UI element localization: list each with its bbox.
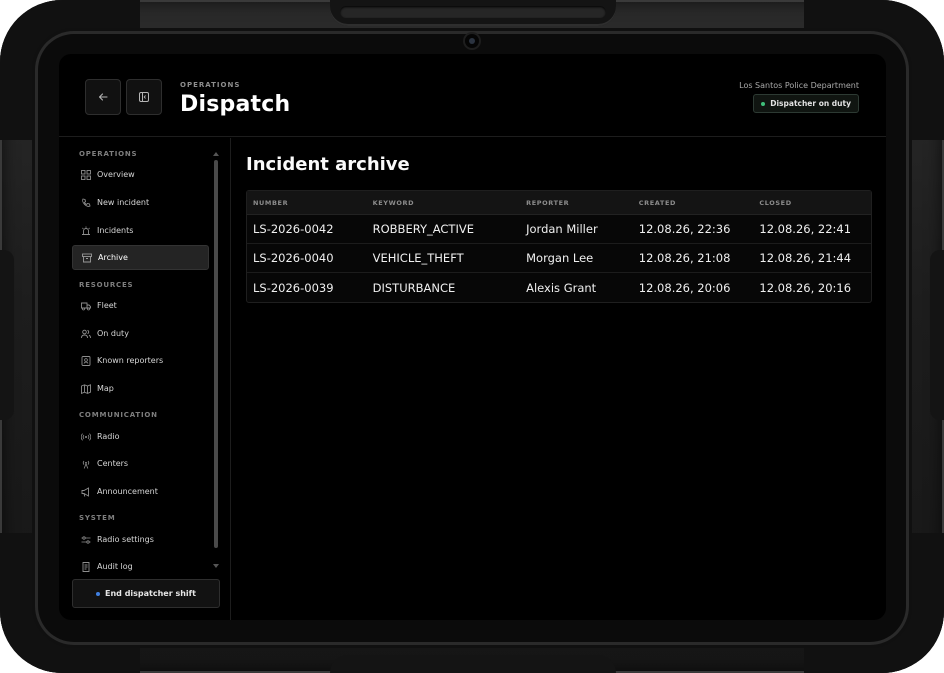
table-row[interactable]: LS-2026-0039 DISTURBANCE Alexis Grant 12…: [247, 273, 871, 302]
sidebar-scrollbar[interactable]: [213, 152, 219, 568]
app-screen: OPERATIONS Dispatch Los Santos Police De…: [59, 54, 886, 620]
status-dot-icon: [761, 101, 766, 106]
log-icon: [80, 561, 91, 572]
contact-icon: [80, 355, 91, 366]
department-name: Los Santos Police Department: [739, 81, 859, 90]
cell-reporter: Jordan Miller: [526, 222, 598, 236]
cell-keyword: DISTURBANCE: [372, 280, 456, 295]
sidebar-item-label: Audit log: [97, 562, 133, 571]
table-row[interactable]: LS-2026-0042 ROBBERY_ACTIVE Jordan Mille…: [247, 215, 871, 244]
cell-closed: 12.08.26, 22:41: [759, 222, 852, 236]
sidebar-section-communication: COMMUNICATION: [79, 411, 158, 419]
phone-icon: [80, 197, 91, 208]
page-title: Dispatch: [180, 92, 291, 117]
sidebar-item-label: On duty: [97, 329, 129, 338]
column-header: CLOSED: [759, 198, 792, 207]
sliders-icon: [80, 534, 91, 545]
radio-icon: [80, 431, 91, 442]
cell-number: LS-2026-0040: [253, 251, 334, 265]
column-header: NUMBER: [253, 198, 289, 207]
scroll-up-icon[interactable]: [213, 152, 219, 156]
sidebar-item-radio-settings[interactable]: Radio settings: [72, 527, 209, 552]
antenna-icon: [80, 458, 91, 469]
scrollbar-thumb[interactable]: [214, 160, 218, 548]
megaphone-icon: [80, 486, 91, 497]
sidebar-item-map[interactable]: Map: [72, 376, 209, 401]
sidebar-section-system: SYSTEM: [79, 514, 116, 522]
sidebar-item-label: Overview: [97, 170, 135, 179]
cell-number: LS-2026-0042: [253, 222, 334, 236]
cell-reporter: Morgan Lee: [526, 251, 594, 265]
cell-reporter: Alexis Grant: [526, 280, 597, 295]
sidebar-item-label: Radio settings: [97, 535, 154, 544]
sidebar-item-on-duty[interactable]: On duty: [72, 321, 209, 346]
sidebar-item-centers[interactable]: Centers: [72, 451, 209, 476]
sidebar-item-known-reporters[interactable]: Known reporters: [72, 348, 209, 373]
column-header: CREATED: [638, 198, 676, 207]
archive-icon: [81, 252, 92, 263]
cell-keyword: VEHICLE_THEFT: [372, 251, 464, 265]
sidebar-section-operations: OPERATIONS: [79, 150, 138, 158]
sidebar-item-radio[interactable]: Radio: [72, 424, 209, 449]
cell-closed: 12.08.26, 20:16: [759, 280, 852, 295]
cell-created: 12.08.26, 20:06: [638, 280, 731, 295]
sidebar-item-fleet[interactable]: Fleet: [72, 293, 209, 318]
cell-created: 12.08.26, 21:08: [638, 251, 731, 265]
sidebar-item-label: Centers: [97, 459, 129, 468]
incident-table: NUMBER KEYWORD REPORTER CREATED CLOSED L…: [246, 190, 872, 303]
sidebar-item-overview[interactable]: Overview: [72, 162, 209, 187]
cell-keyword: ROBBERY_ACTIVE: [372, 222, 474, 236]
arrow-left-icon: [98, 93, 108, 101]
status-badge-label: Dispatcher on duty: [770, 99, 851, 108]
tablet-frame: OPERATIONS Dispatch Los Santos Police De…: [0, 0, 944, 673]
section-title: Incident archive: [246, 154, 410, 175]
sidebar-item-announcement[interactable]: Announcement: [72, 479, 209, 504]
sidebar-section-resources: RESOURCES: [79, 281, 134, 289]
sidebar-item-label: New incident: [97, 198, 150, 207]
sidebar-item-incidents[interactable]: Incidents: [72, 218, 209, 243]
section-eyebrow: OPERATIONS: [180, 81, 241, 89]
users-icon: [80, 328, 91, 339]
sidebar-item-label: Map: [97, 384, 114, 393]
scroll-down-icon[interactable]: [213, 564, 219, 568]
status-badge: Dispatcher on duty: [753, 94, 859, 113]
toggle-sidebar-button[interactable]: [126, 79, 162, 115]
frame-bottom-bumper: [330, 655, 616, 673]
frame-side-bumper: [0, 250, 14, 420]
grid-icon: [80, 169, 91, 180]
sidebar-item-archive[interactable]: Archive: [72, 245, 209, 270]
sidebar: OPERATIONS Overview New incident Inciden…: [59, 138, 231, 620]
main-content: Incident archive NUMBER KEYWORD REPORTER…: [246, 138, 886, 620]
sidebar-item-new-incident[interactable]: New incident: [72, 190, 209, 215]
shift-dot-icon: [96, 591, 101, 596]
frame-top-bumper: [330, 0, 616, 26]
cell-created: 12.08.26, 22:36: [638, 222, 731, 236]
map-icon: [80, 383, 91, 394]
sidebar-item-label: Known reporters: [97, 356, 164, 365]
truck-icon: [80, 300, 91, 311]
sidebar-item-label: Announcement: [97, 487, 158, 496]
table-header: NUMBER KEYWORD REPORTER CREATED CLOSED: [247, 191, 871, 215]
end-shift-button[interactable]: End dispatcher shift: [72, 579, 220, 608]
cell-closed: 12.08.26, 21:44: [759, 251, 852, 265]
back-button[interactable]: [85, 79, 121, 115]
sidebar-item-label: Incidents: [97, 226, 134, 235]
column-header: KEYWORD: [372, 198, 415, 207]
sidebar-item-label: Fleet: [97, 301, 117, 310]
frame-side-bumper: [930, 250, 944, 420]
camera-icon: [465, 34, 479, 48]
table-row[interactable]: LS-2026-0040 VEHICLE_THEFT Morgan Lee 12…: [247, 244, 871, 273]
end-shift-label: End dispatcher shift: [105, 589, 196, 598]
sidebar-item-label: Archive: [98, 253, 128, 262]
column-header: REPORTER: [526, 198, 570, 207]
sidebar-item-label: Radio: [97, 432, 120, 441]
siren-icon: [80, 225, 91, 236]
app-header: OPERATIONS Dispatch Los Santos Police De…: [59, 54, 886, 137]
sidebar-item-audit-log[interactable]: Audit log: [72, 554, 209, 579]
cell-number: LS-2026-0039: [253, 280, 334, 295]
sidebar-panel-icon: [139, 92, 149, 102]
